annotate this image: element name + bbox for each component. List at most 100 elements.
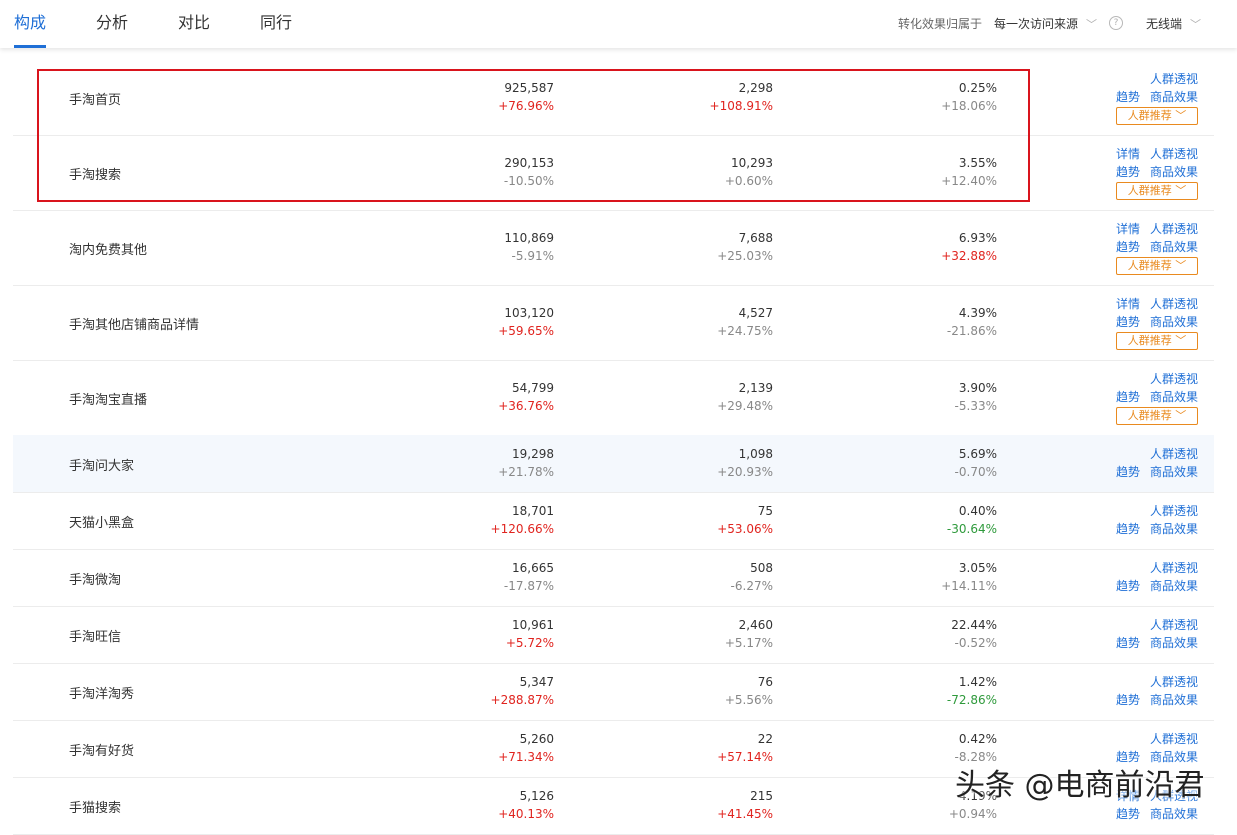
metric-cell: 5,260 +71.34% — [394, 730, 554, 766]
crowd-link[interactable]: 人群透视 — [1150, 559, 1198, 577]
metric-value: 22.44% — [951, 618, 997, 632]
source-name: 淘内免费其他 — [69, 243, 148, 258]
product-effect-link[interactable]: 商品效果 — [1150, 163, 1198, 181]
source-name: 手淘搜索 — [69, 168, 122, 183]
product-effect-link[interactable]: 商品效果 — [1150, 520, 1198, 538]
metric-value: 54,799 — [512, 381, 554, 395]
product-effect-link[interactable]: 商品效果 — [1150, 388, 1198, 406]
table-row: 手淘搜索 290,153 -10.50% 10,293 +0.60% 3.55% +12.4… — [13, 135, 1214, 211]
metric-cell: 2,139 +29.48% — [613, 379, 773, 415]
source-name: 手淘淘宝直播 — [69, 393, 148, 408]
trend-link[interactable]: 趋势 — [1116, 388, 1140, 406]
crowd-link[interactable]: 人群透视 — [1150, 730, 1198, 748]
metric-change: -0.70% — [954, 465, 997, 479]
metric-cell: 5,126 +40.13% — [394, 787, 554, 823]
crowd-link[interactable]: 人群透视 — [1150, 445, 1198, 463]
crowd-link[interactable]: 人群透视 — [1150, 145, 1198, 163]
table-row: 淘内免费其他 110,869 -5.91% 7,688 +25.03% 6.93% +32.… — [13, 210, 1214, 286]
metric-change: +5.17% — [724, 636, 773, 650]
product-effect-link[interactable]: 商品效果 — [1150, 463, 1198, 481]
product-effect-link[interactable]: 商品效果 — [1150, 238, 1198, 256]
product-effect-link[interactable]: 商品效果 — [1150, 805, 1198, 823]
trend-link[interactable]: 趋势 — [1116, 238, 1140, 256]
metric-cell: 3.55% +12.40% — [837, 154, 997, 190]
product-effect-link[interactable]: 商品效果 — [1150, 634, 1198, 652]
detail-link[interactable]: 详情 — [1116, 145, 1140, 163]
metric-cell: 508 -6.27% — [613, 559, 773, 595]
product-effect-link[interactable]: 商品效果 — [1150, 577, 1198, 595]
metric-value: 4.39% — [958, 306, 997, 320]
metric-value: 5,347 — [519, 675, 554, 689]
detail-link[interactable]: 详情 — [1116, 220, 1140, 238]
trend-link[interactable]: 趋势 — [1116, 805, 1140, 823]
detail-link[interactable]: 详情 — [1116, 295, 1140, 313]
trend-link[interactable]: 趋势 — [1116, 463, 1140, 481]
metric-change: -17.87% — [503, 579, 554, 593]
crowd-link[interactable]: 人群透视 — [1150, 616, 1198, 634]
trend-link[interactable]: 趋势 — [1116, 577, 1140, 595]
crowd-link[interactable]: 人群透视 — [1150, 673, 1198, 691]
trend-link[interactable]: 趋势 — [1116, 691, 1140, 709]
metric-value: 290,153 — [504, 156, 554, 170]
source-name: 手淘其他店铺商品详情 — [69, 318, 200, 333]
metric-cell: 2,460 +5.17% — [613, 616, 773, 652]
product-effect-link[interactable]: 商品效果 — [1150, 691, 1198, 709]
tab-peers[interactable]: 同行 — [260, 0, 292, 48]
metric-value: 925,587 — [504, 81, 554, 95]
top-bar: 构成 分析 对比 同行 转化效果归属于 每一次访问来源 ﹀ ? 无线端 ﹀ — [0, 0, 1237, 48]
row-actions: 人群透视 趋势 商品效果 人群推荐 ﹀ — [1116, 370, 1206, 426]
tab-analysis[interactable]: 分析 — [96, 0, 128, 48]
tab-compare[interactable]: 对比 — [178, 0, 210, 48]
crowd-recommend-button[interactable]: 人群推荐 ﹀ — [1116, 257, 1198, 275]
tab-composition[interactable]: 构成 — [14, 0, 47, 48]
attribution-label: 转化效果归属于 — [898, 17, 983, 31]
metric-change: -30.64% — [946, 522, 997, 536]
table-row: 手淘其他店铺商品详情 103,120 +59.65% 4,527 +24.75% 4.39… — [13, 285, 1214, 361]
device-select[interactable]: 无线端 ﹀ — [1146, 15, 1201, 34]
crowd-recommend-button[interactable]: 人群推荐 ﹀ — [1116, 182, 1198, 200]
attribution-select[interactable]: 每一次访问来源 ﹀ — [994, 15, 1097, 34]
table-row: 天猫小黑盒 18,701 +120.66% 75 +53.06% 0.40% -30.64%… — [13, 492, 1214, 550]
metric-cell: 5.69% -0.70% — [837, 445, 997, 481]
row-actions: 人群透视 趋势 商品效果 — [1116, 559, 1206, 595]
crowd-recommend-button[interactable]: 人群推荐 ﹀ — [1116, 107, 1198, 125]
crowd-link[interactable]: 人群透视 — [1150, 295, 1198, 313]
crowd-link[interactable]: 人群透视 — [1150, 370, 1198, 388]
crowd-link[interactable]: 人群透视 — [1150, 70, 1198, 88]
metric-cell: 1,098 +20.93% — [613, 445, 773, 481]
metric-value: 0.42% — [958, 732, 997, 746]
chevron-down-icon: ﹀ — [1171, 334, 1187, 347]
product-effect-link[interactable]: 商品效果 — [1150, 313, 1198, 331]
metric-value: 0.25% — [958, 81, 997, 95]
help-icon[interactable]: ? — [1109, 16, 1123, 30]
trend-link[interactable]: 趋势 — [1116, 520, 1140, 538]
source-name: 手猫搜索 — [69, 801, 122, 816]
metric-value: 4,527 — [738, 306, 773, 320]
metric-value: 5,260 — [519, 732, 554, 746]
metric-change: +57.14% — [717, 750, 773, 764]
crowd-recommend-button[interactable]: 人群推荐 ﹀ — [1116, 332, 1198, 350]
metric-cell: 3.05% +14.11% — [837, 559, 997, 595]
crowd-link[interactable]: 人群透视 — [1150, 220, 1198, 238]
table-row: 手淘洋淘秀 5,347 +288.87% 76 +5.56% 1.42% -72.86% 人群… — [13, 663, 1214, 721]
crowd-link[interactable]: 人群透视 — [1150, 502, 1198, 520]
metric-cell: 0.25% +18.06% — [837, 79, 997, 115]
metric-value: 3.05% — [958, 561, 997, 575]
metric-value: 2,298 — [738, 81, 773, 95]
metric-change: -6.27% — [730, 579, 773, 593]
source-name: 手淘微淘 — [69, 573, 122, 588]
metric-change: +41.45% — [717, 807, 773, 821]
trend-link[interactable]: 趋势 — [1116, 313, 1140, 331]
metric-cell: 1.42% -72.86% — [837, 673, 997, 709]
trend-link[interactable]: 趋势 — [1116, 634, 1140, 652]
product-effect-link[interactable]: 商品效果 — [1150, 88, 1198, 106]
metric-change: +120.66% — [490, 522, 554, 536]
metric-change: +12.40% — [941, 174, 997, 188]
crowd-recommend-button[interactable]: 人群推荐 ﹀ — [1116, 407, 1198, 425]
trend-link[interactable]: 趋势 — [1116, 88, 1140, 106]
metric-value: 3.90% — [958, 381, 997, 395]
row-actions: 人群透视 趋势 商品效果 — [1116, 502, 1206, 538]
trend-link[interactable]: 趋势 — [1116, 163, 1140, 181]
metric-value: 110,869 — [504, 231, 554, 245]
row-actions: 详情 人群透视 趋势 商品效果 人群推荐 ﹀ — [1116, 295, 1206, 351]
